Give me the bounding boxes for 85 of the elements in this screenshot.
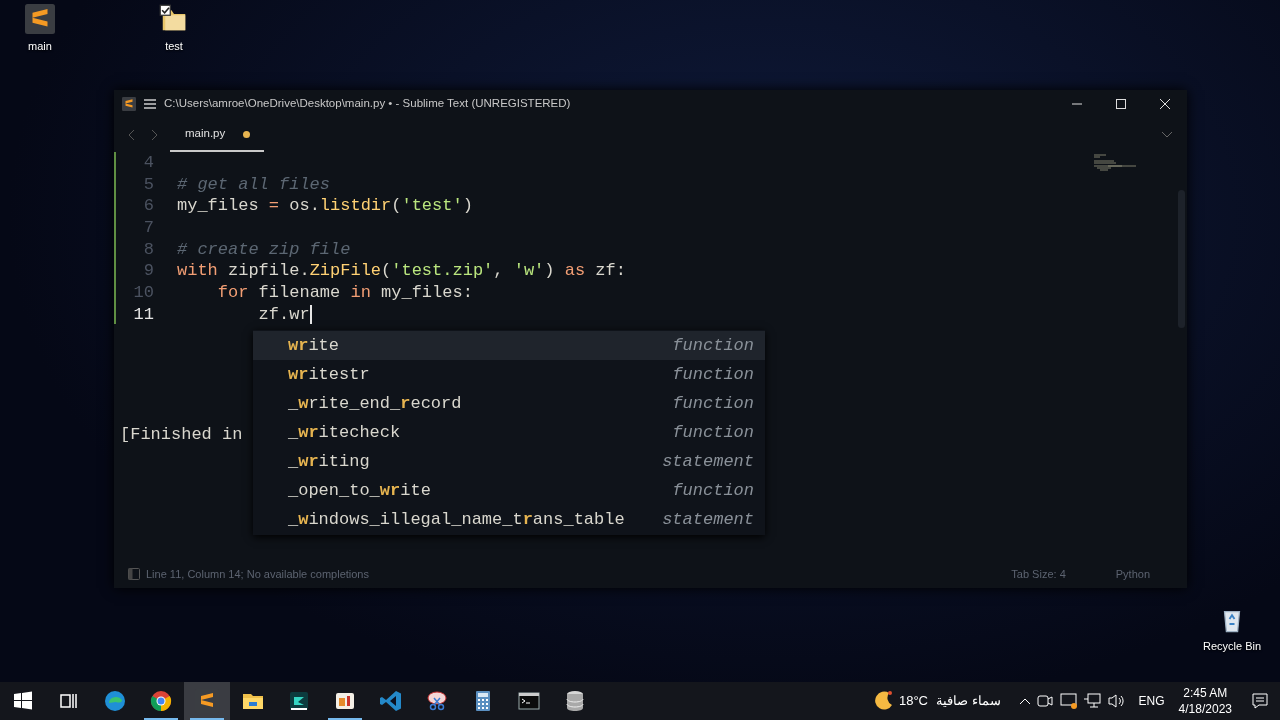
completion-name: _open_to_write [288, 479, 431, 502]
desktop-icon-label[interactable]: Recycle Bin [1202, 638, 1262, 655]
code-token: 'w' [513, 260, 545, 283]
text-cursor [309, 305, 312, 325]
maximize-icon [1115, 98, 1127, 110]
line-number: 11 [132, 303, 154, 326]
code-token: ( [381, 260, 392, 283]
code-token: ) [462, 195, 473, 218]
line-number: 4 [142, 152, 154, 174]
completion-kind: function [672, 334, 754, 357]
code-token: in [350, 282, 371, 304]
line-number: 5 [142, 173, 154, 196]
code-token: listdir [319, 195, 392, 218]
completion-kind: statement [662, 508, 754, 531]
display-icon[interactable] [1058, 691, 1079, 711]
code-token: , [493, 260, 505, 283]
clock-time[interactable]: 2:45 AM [1183, 685, 1228, 701]
completion-name: _writing [288, 450, 370, 473]
cursor-position-text: Line 11, Column 14; No available completions [146, 566, 369, 582]
code-token: for [216, 282, 249, 304]
code-token: 'test.zip' [391, 260, 494, 283]
language-indicator[interactable]: ENG [1138, 692, 1165, 710]
line-number: 9 [142, 260, 154, 283]
temperature-text[interactable]: 18°C [898, 691, 928, 711]
code-token: 'test' [401, 195, 463, 218]
desktop-icon-label[interactable]: test [165, 38, 183, 55]
line-number: 6 [142, 195, 154, 218]
code-token: = [268, 195, 280, 218]
code-token: with [177, 260, 218, 283]
file-tab[interactable]: main.py [170, 118, 264, 152]
edge-browser-icon [103, 689, 127, 713]
completion-item[interactable]: _open_to_write function [253, 476, 765, 505]
window-title: C:\Users\amroe\OneDrive\Desktop\main.py • - Sublime Text (UNREGISTERED) [164, 96, 571, 112]
chrome-browser-icon [149, 689, 173, 713]
completion-name: _write_end_record [288, 392, 462, 415]
chevron-up-icon[interactable] [1018, 697, 1031, 705]
completion-item[interactable]: write function [253, 331, 765, 360]
completion-item[interactable]: _windows_illegal_name_trans_table statement [253, 505, 765, 534]
sublime-logo-icon [122, 97, 136, 111]
code-token: as [564, 260, 586, 283]
scissors-icon [425, 689, 449, 713]
code-token: filename [257, 282, 342, 304]
line-number: 8 [142, 238, 154, 261]
code-editor-icon [379, 689, 403, 713]
sublime-logo-icon[interactable] [25, 4, 55, 34]
menu-icon[interactable] [144, 99, 156, 109]
build-output-text: [Finished in [120, 425, 243, 444]
completion-item[interactable]: _write_end_record function [253, 389, 765, 418]
desktop-icon-label[interactable]: main [28, 38, 52, 55]
code-token: zf: [594, 260, 626, 283]
weather-condition-text[interactable]: سماء صافية [935, 691, 1001, 711]
speaker-icon[interactable] [1106, 691, 1127, 711]
completion-item[interactable]: _writecheck function [253, 418, 765, 447]
completion-kind: function [672, 479, 754, 502]
completion-kind: function [672, 421, 754, 444]
code-token: zf.wr [257, 303, 310, 326]
code-token: os. [288, 195, 320, 218]
tab-dropdown-icon[interactable] [1161, 131, 1173, 139]
code-token: # create zip file [177, 238, 351, 261]
close-icon [1159, 98, 1171, 110]
line-number: 7 [142, 217, 154, 239]
completion-name: _windows_illegal_name_trans_table [288, 508, 625, 531]
panel-toggle-icon[interactable] [128, 568, 140, 580]
code-token: ( [391, 195, 402, 218]
network-icon[interactable] [1082, 691, 1103, 711]
completion-item[interactable]: writestr function [253, 360, 765, 389]
notification-icon[interactable] [1250, 691, 1270, 711]
completion-name: write [288, 334, 339, 357]
completion-item[interactable]: _writing statement [253, 447, 765, 476]
code-token: my_files: [380, 282, 473, 304]
minimap-drawing[interactable] [1094, 154, 1136, 172]
video-editor-icon [287, 689, 311, 713]
completion-kind: function [672, 392, 754, 415]
line-number: 10 [132, 282, 154, 304]
clock-date[interactable]: 4/18/2023 [1178, 701, 1232, 717]
completion-name: _writecheck [288, 421, 401, 444]
code-token: # get all files [177, 173, 331, 196]
terminal-icon [517, 689, 541, 713]
completion-kind: statement [662, 450, 754, 473]
completion-kind: function [672, 363, 754, 386]
code-token: ZipFile [309, 260, 382, 283]
code-token: zipfile. [227, 260, 310, 283]
completion-name: writestr [288, 363, 370, 386]
code-token: ) [544, 260, 556, 283]
code-token: my_files [177, 195, 260, 218]
